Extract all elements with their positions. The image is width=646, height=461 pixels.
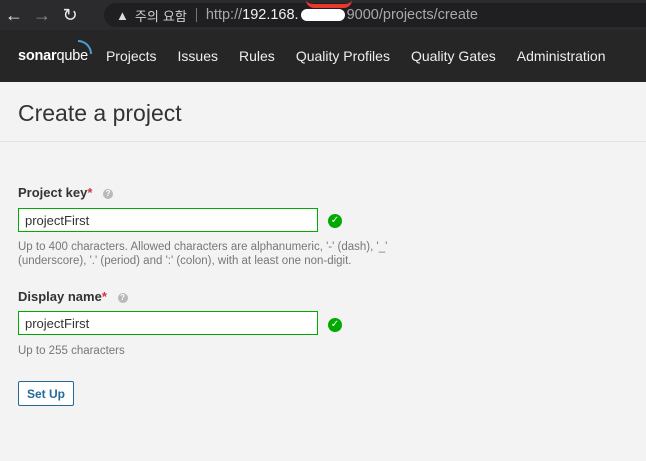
project-key-label-text: Project key [18,185,88,200]
warning-triangle-icon: ▲ [116,7,129,23]
page-title: Create a project [18,100,182,126]
nav-issues[interactable]: Issues [178,48,218,64]
browser-toolbar: ← → ↻ ▲ 주의 요함 http://192.168. 9000/projec… [0,0,646,30]
valid-check-icon: ✓ [328,318,342,332]
project-key-description: Up to 400 characters. Allowed characters… [18,241,388,267]
url-host: 192.168. [242,7,299,23]
display-name-label: Display name* ? [18,289,128,304]
display-name-input[interactable] [18,311,318,335]
project-key-input[interactable] [18,208,318,232]
address-bar-divider [195,8,197,22]
required-asterisk: * [87,185,93,200]
url-path: 9000/projects/create [346,7,478,23]
nav-projects[interactable]: Projects [106,48,157,64]
forward-arrow-icon[interactable]: → [28,0,56,30]
url-scheme: http:// [205,7,243,23]
logo-bold-text: sonar [18,48,57,64]
nav-rules[interactable]: Rules [239,48,275,64]
back-arrow-icon[interactable]: ← [0,0,28,30]
set-up-button[interactable]: Set Up [18,381,74,406]
sonarqube-logo[interactable]: sonar qube [18,40,92,64]
redaction-mark [300,9,345,22]
display-name-description: Up to 255 characters [18,345,125,357]
address-bar[interactable]: ▲ 주의 요함 http://192.168. 9000/projects/cre… [104,3,646,27]
reload-icon[interactable]: ↻ [56,0,84,30]
logo-waves-icon [77,40,92,54]
help-icon[interactable]: ? [117,293,128,303]
nav-quality-gates[interactable]: Quality Gates [411,48,496,64]
security-warning-label: 주의 요함 [134,9,187,25]
help-icon[interactable]: ? [103,189,114,199]
nav-quality-profiles[interactable]: Quality Profiles [296,48,390,64]
nav-administration[interactable]: Administration [517,48,606,64]
required-asterisk: * [101,289,107,304]
url-text[interactable]: http://192.168. 9000/projects/create [206,7,478,23]
page-header: Create a project [0,82,646,142]
red-annotation-scribble [306,0,352,8]
global-navbar: sonar qube Projects Issues Rules Quality … [0,30,646,82]
display-name-label-text: Display name [18,289,102,304]
project-key-label: Project key* ? [18,185,114,200]
valid-check-icon: ✓ [328,214,342,228]
